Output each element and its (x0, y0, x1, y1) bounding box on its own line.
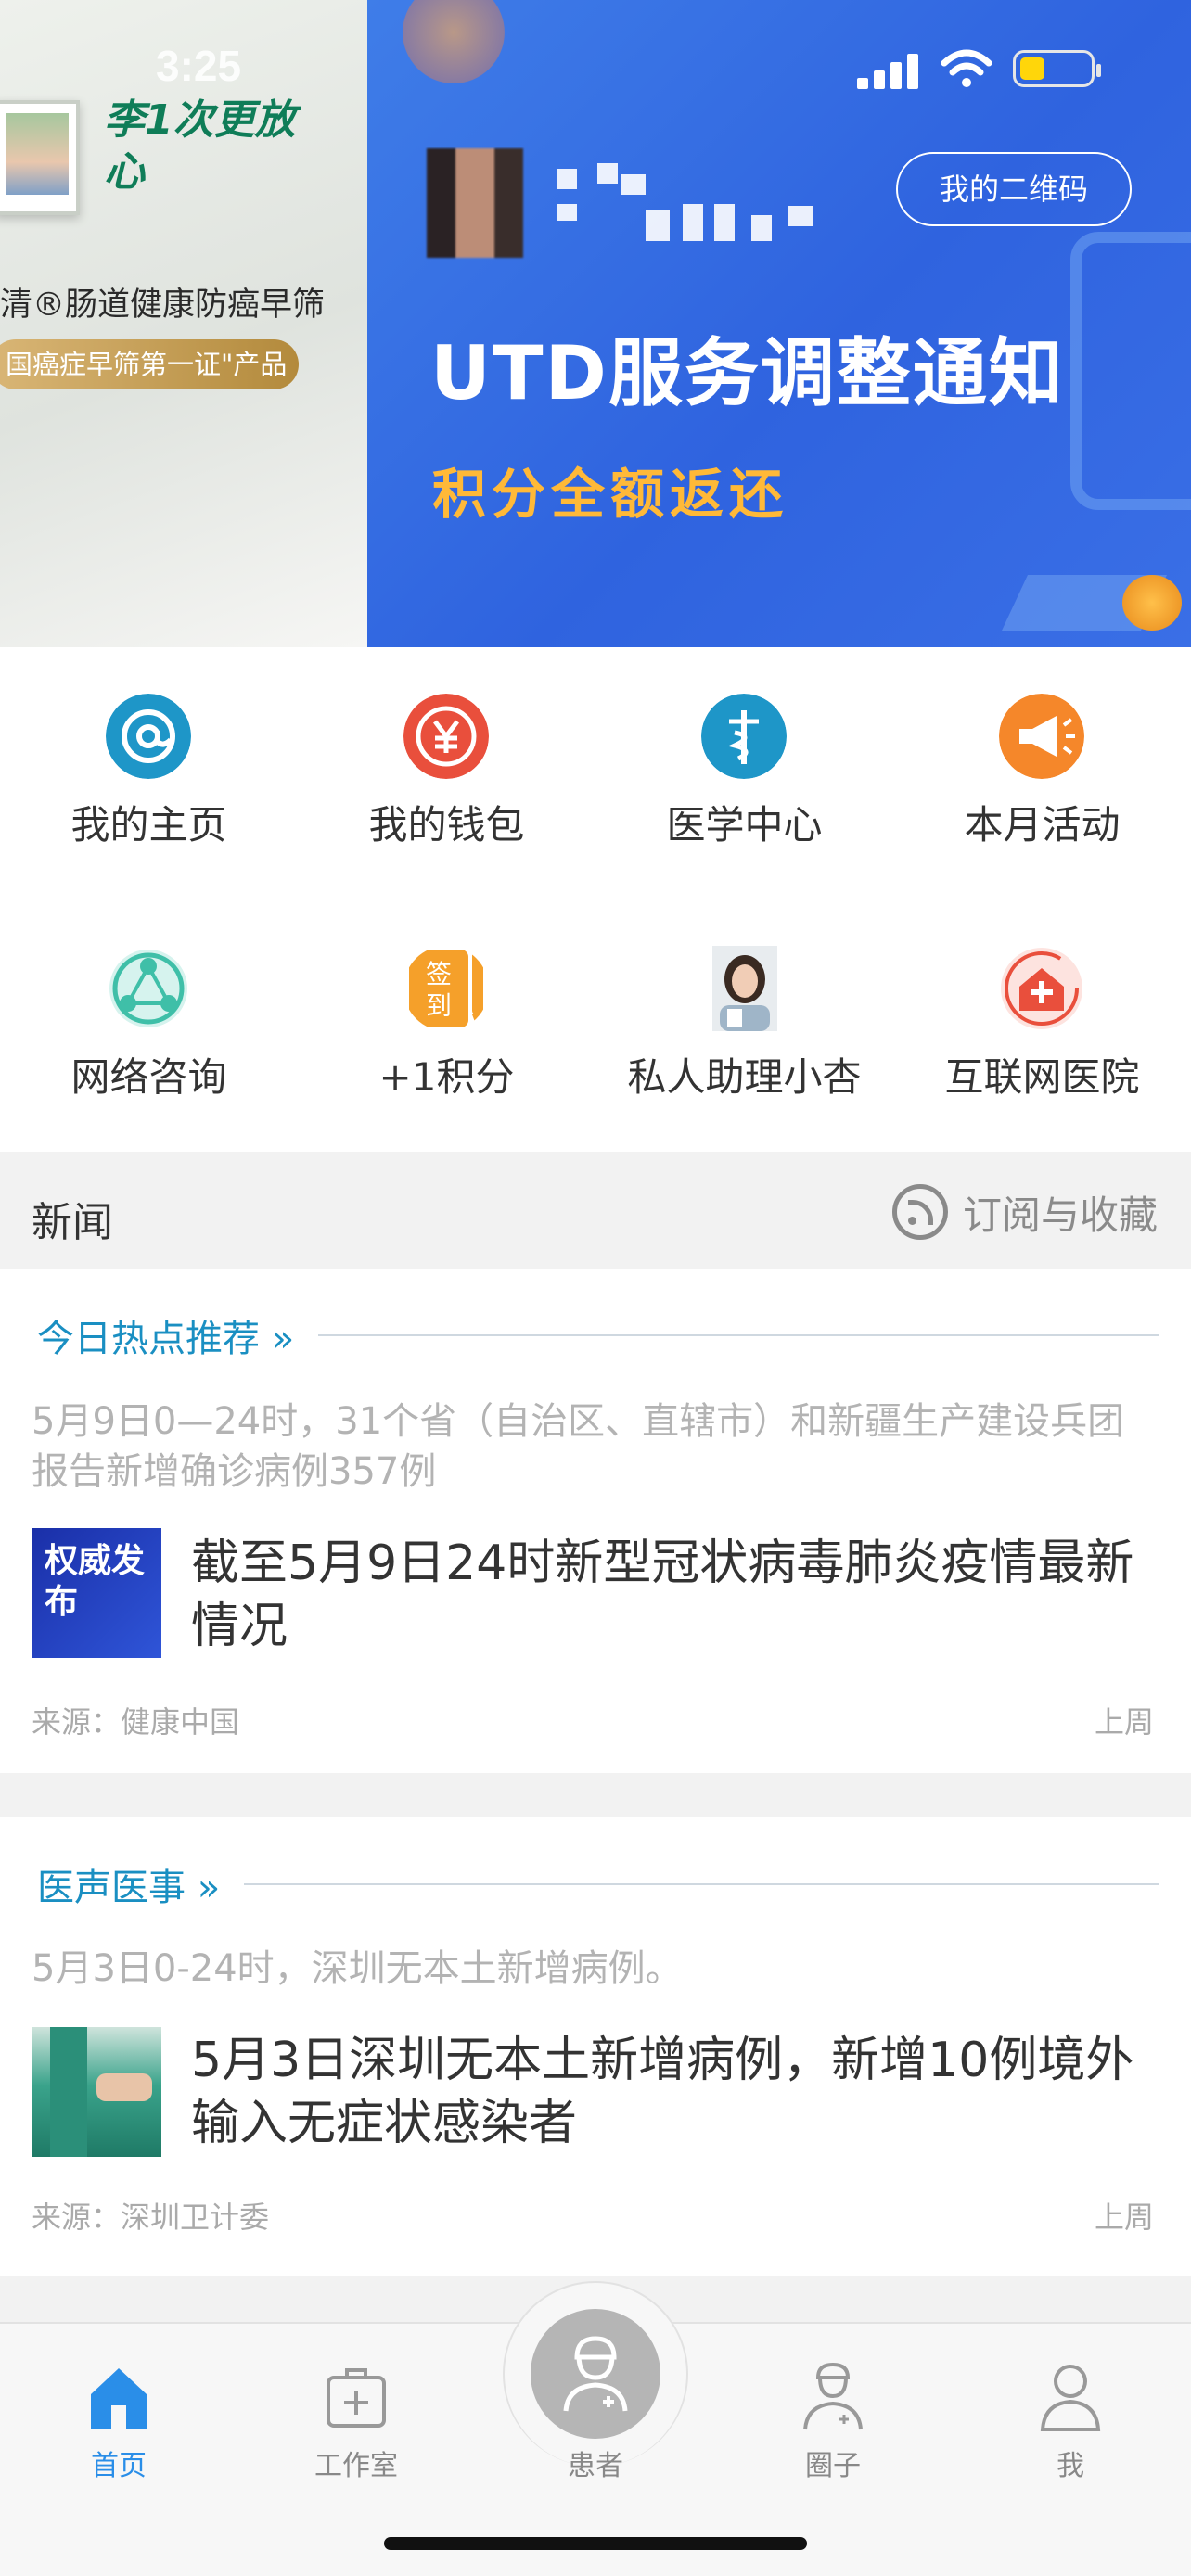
avatar[interactable] (427, 148, 523, 258)
wifi-icon (941, 49, 992, 87)
section-title: 新闻 (32, 1199, 113, 1246)
menu-label: +1积分 (378, 1054, 515, 1100)
home-indicator[interactable] (384, 2537, 807, 2550)
divider (244, 1883, 1159, 1885)
ad-slide[interactable]: 李1次更放心 清®肠道健康防癌早筛 国癌症早筛第一证"产品 (0, 0, 367, 647)
news-card[interactable]: 医声医事 » 5月3日0-24时，深圳无本土新增病例。 5月3日深圳无本土新增病… (0, 1817, 1191, 2276)
banner-subline: 积分全额返还 (432, 463, 789, 526)
category-link[interactable]: 今日热点推荐 » (37, 1308, 294, 1362)
menu-label: 私人助理小杏 (627, 1054, 862, 1100)
menu-internet-hospital[interactable]: 互联网医院 (893, 899, 1191, 1100)
category-link[interactable]: 医声医事 » (37, 1857, 220, 1911)
news-summary: 5月9日0—24时，31个省（自治区、直辖市）和新疆生产建设兵团报告新增确诊病例… (32, 1400, 1125, 1493)
tab-label: 圈子 (805, 2450, 861, 2482)
banner-carousel[interactable]: 李1次更放心 清®肠道健康防癌早筛 国癌症早筛第一证"产品 我的二维码 UTD服… (0, 0, 1191, 647)
home-icon (91, 2368, 147, 2429)
menu-private-assistant[interactable]: 私人助理小杏 (596, 899, 893, 1100)
megaphone-icon (999, 694, 1084, 779)
medkit-icon (327, 2368, 386, 2428)
network-icon (109, 950, 187, 1027)
news-thumbnail (32, 2027, 161, 2157)
tab-label: 工作室 (314, 2450, 398, 2482)
news-headline: 5月3日深圳无本土新增病例，新增10例境外输入无症状感染者 (191, 2033, 1134, 2151)
tab-circle[interactable]: 圈子 (749, 2350, 916, 2489)
user-icon (1040, 2365, 1101, 2431)
news-card[interactable]: 今日热点推荐 » 5月9日0—24时，31个省（自治区、直辖市）和新疆生产建设兵… (0, 1269, 1191, 1773)
at-icon (106, 694, 191, 779)
assistant-avatar (712, 946, 777, 1031)
decoration (403, 0, 505, 83)
status-time: 3:25 (156, 42, 242, 90)
tab-me[interactable]: 我 (987, 2350, 1154, 2489)
menu-medical-center[interactable]: 医学中心 (596, 647, 893, 848)
my-qrcode-button[interactable]: 我的二维码 (896, 152, 1132, 226)
subscribe-favorites-link[interactable]: 订阅与收藏 (891, 1184, 1158, 1240)
menu-online-consult[interactable]: 网络咨询 (0, 899, 298, 1100)
feature-grid: 我的主页 我的钱包 医学中心 本月活动 网络咨询 签到 +1积分 私人助理小杏 (0, 647, 1191, 1152)
yen-icon (403, 694, 489, 779)
decoration (1070, 232, 1191, 510)
category-row: 医声医事 » (37, 1856, 1159, 1912)
battery-icon (1013, 50, 1101, 87)
ad-title: 李1次更放心 (104, 96, 296, 196)
ad-pill: 国癌症早筛第一证"产品 (0, 339, 299, 389)
user-nickname-blurred (557, 163, 835, 241)
signal-icon (857, 52, 920, 89)
menu-monthly-activity[interactable]: 本月活动 (893, 647, 1191, 848)
banner-headline: UTD服务调整通知 (430, 330, 1065, 416)
hospital-icon (1001, 948, 1082, 1029)
menu-checkin-points[interactable]: 签到 +1积分 (298, 899, 596, 1100)
tab-patients[interactable]: 患者 (512, 2350, 679, 2489)
tab-studio[interactable]: 工作室 (273, 2350, 440, 2489)
menu-my-wallet[interactable]: 我的钱包 (298, 647, 596, 848)
svg-text:到: 到 (426, 990, 452, 1021)
tab-label: 患者 (568, 2450, 623, 2482)
news-summary: 5月3日0-24时，深圳无本土新增病例。 (32, 1947, 683, 1990)
home-screen: 李1次更放心 清®肠道健康防癌早筛 国癌症早筛第一证"产品 我的二维码 UTD服… (0, 0, 1191, 2576)
menu-label: 我的钱包 (368, 802, 525, 848)
news-section-header: 新闻 订阅与收藏 (0, 1152, 1191, 1269)
nurse-icon (803, 2363, 863, 2430)
checkin-icon: 签到 (409, 948, 483, 1029)
ad-subtitle: 清®肠道健康防癌早筛 (0, 287, 326, 324)
menu-label: 互联网医院 (944, 1054, 1140, 1100)
news-source: 来源：深圳卫计委 (32, 2200, 270, 2235)
rss-icon (891, 1184, 948, 1240)
menu-label: 我的主页 (70, 802, 227, 848)
menu-label: 医学中心 (666, 802, 823, 848)
subscribe-label: 订阅与收藏 (962, 1192, 1158, 1238)
menu-label: 网络咨询 (70, 1054, 227, 1100)
news-source: 来源：健康中国 (32, 1704, 240, 1740)
ad-photo (0, 100, 80, 215)
thumbnail-text: 权威发布 (45, 1542, 146, 1621)
caduceus-icon (701, 694, 787, 779)
news-headline: 截至5月9日24时新型冠状病毒肺炎疫情最新情况 (191, 1536, 1134, 1654)
svg-text:签: 签 (426, 959, 452, 989)
menu-my-homepage[interactable]: 我的主页 (0, 647, 298, 848)
tab-home[interactable]: 首页 (35, 2350, 202, 2489)
menu-label: 本月活动 (964, 802, 1121, 848)
divider (318, 1334, 1159, 1336)
tab-label: 我 (1057, 2450, 1084, 2482)
notice-slide[interactable]: 我的二维码 UTD服务调整通知 积分全额返还 (367, 0, 1191, 647)
news-time: 上周 (1094, 2200, 1154, 2235)
category-row: 今日热点推荐 » (37, 1307, 1159, 1363)
coin-decoration (1122, 575, 1182, 631)
news-thumbnail: 权威发布 (32, 1528, 161, 1658)
news-time: 上周 (1094, 1704, 1154, 1740)
tab-label: 首页 (91, 2450, 147, 2482)
